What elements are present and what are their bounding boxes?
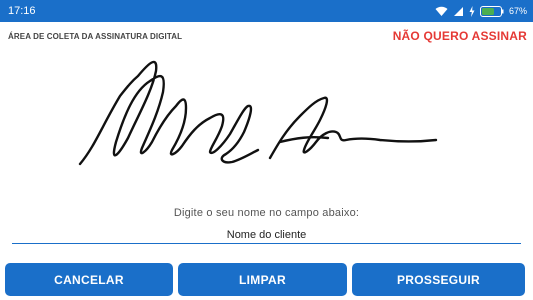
signature-pad[interactable] [0, 46, 533, 196]
signature-stroke [268, 96, 438, 160]
page-title: ÁREA DE COLETA DA ASSINATURA DIGITAL [8, 32, 183, 41]
charging-icon [469, 5, 475, 17]
status-icons: 67% [435, 3, 527, 19]
decline-signature-link[interactable]: NÃO QUERO ASSINAR [393, 29, 527, 43]
status-bar: 17:16 67% [0, 0, 533, 22]
status-time: 17:16 [8, 5, 36, 17]
signature-stroke [278, 136, 330, 144]
signal-icon [453, 6, 464, 17]
clear-button[interactable]: LIMPAR [178, 263, 347, 296]
name-instruction: Digite o seu nome no campo abaixo: [173, 207, 360, 219]
signature-drawing [78, 60, 438, 166]
battery-icon [479, 5, 504, 17]
battery-percent: 67% [508, 6, 527, 16]
client-name-input[interactable] [12, 226, 521, 244]
signature-stroke [78, 60, 260, 166]
wifi-icon [435, 6, 448, 17]
proceed-button[interactable]: PROSSEGUIR [352, 263, 525, 296]
cancel-button[interactable]: CANCELAR [5, 263, 173, 296]
